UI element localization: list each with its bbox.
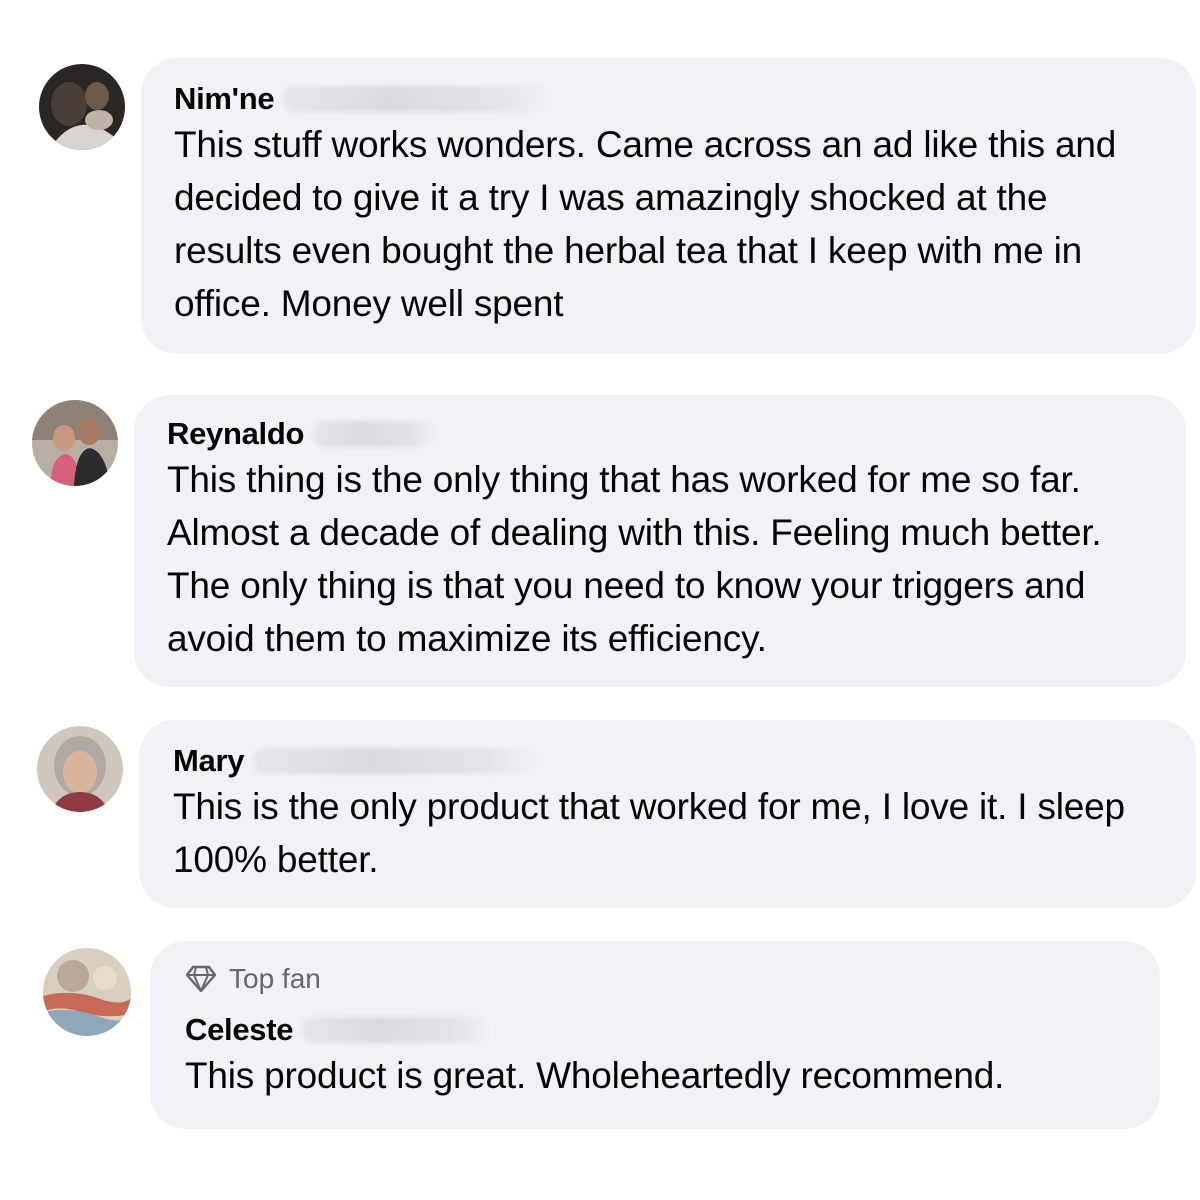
comment-text: This product is great. Wholeheartedly re… [185,1055,1005,1096]
comment-author[interactable]: Celeste [185,1011,1128,1049]
badge-label: Top fan [229,963,321,994]
comment-author[interactable]: Reynaldo [167,415,1152,453]
author-name[interactable]: Reynaldo [167,415,304,453]
comment-bubble: Reynaldo This thing is the only thing th… [134,395,1186,687]
author-name[interactable]: Mary [173,742,244,780]
author-name[interactable]: Nim'ne [174,80,275,118]
comment-author[interactable]: Nim'ne [174,80,1162,118]
comment-bubble: Mary This is the only product that worke… [139,720,1196,908]
comment-feed: Nim'ne This stuff works wonders. Came ac… [0,0,1200,1200]
avatar[interactable] [32,400,118,486]
comment-text: This thing is the only thing that has wo… [167,459,1102,659]
avatar[interactable] [39,64,125,150]
redacted-surname [301,1017,492,1043]
comment-author[interactable]: Mary [173,742,1162,780]
comment-text: This stuff works wonders. Came across an… [174,124,1117,324]
comment-text: This is the only product that worked for… [173,786,1125,880]
avatar[interactable] [37,726,123,812]
diamond-icon [185,965,217,993]
avatar[interactable] [43,948,131,1036]
author-name[interactable]: Celeste [185,1011,293,1049]
redacted-surname [252,748,543,774]
redacted-surname [282,86,553,112]
redacted-surname [312,421,438,447]
comment-bubble: Top fan Celeste This product is great. W… [150,941,1160,1129]
comment-bubble: Nim'ne This stuff works wonders. Came ac… [141,58,1196,354]
top-fan-badge[interactable]: Top fan [185,961,1128,997]
